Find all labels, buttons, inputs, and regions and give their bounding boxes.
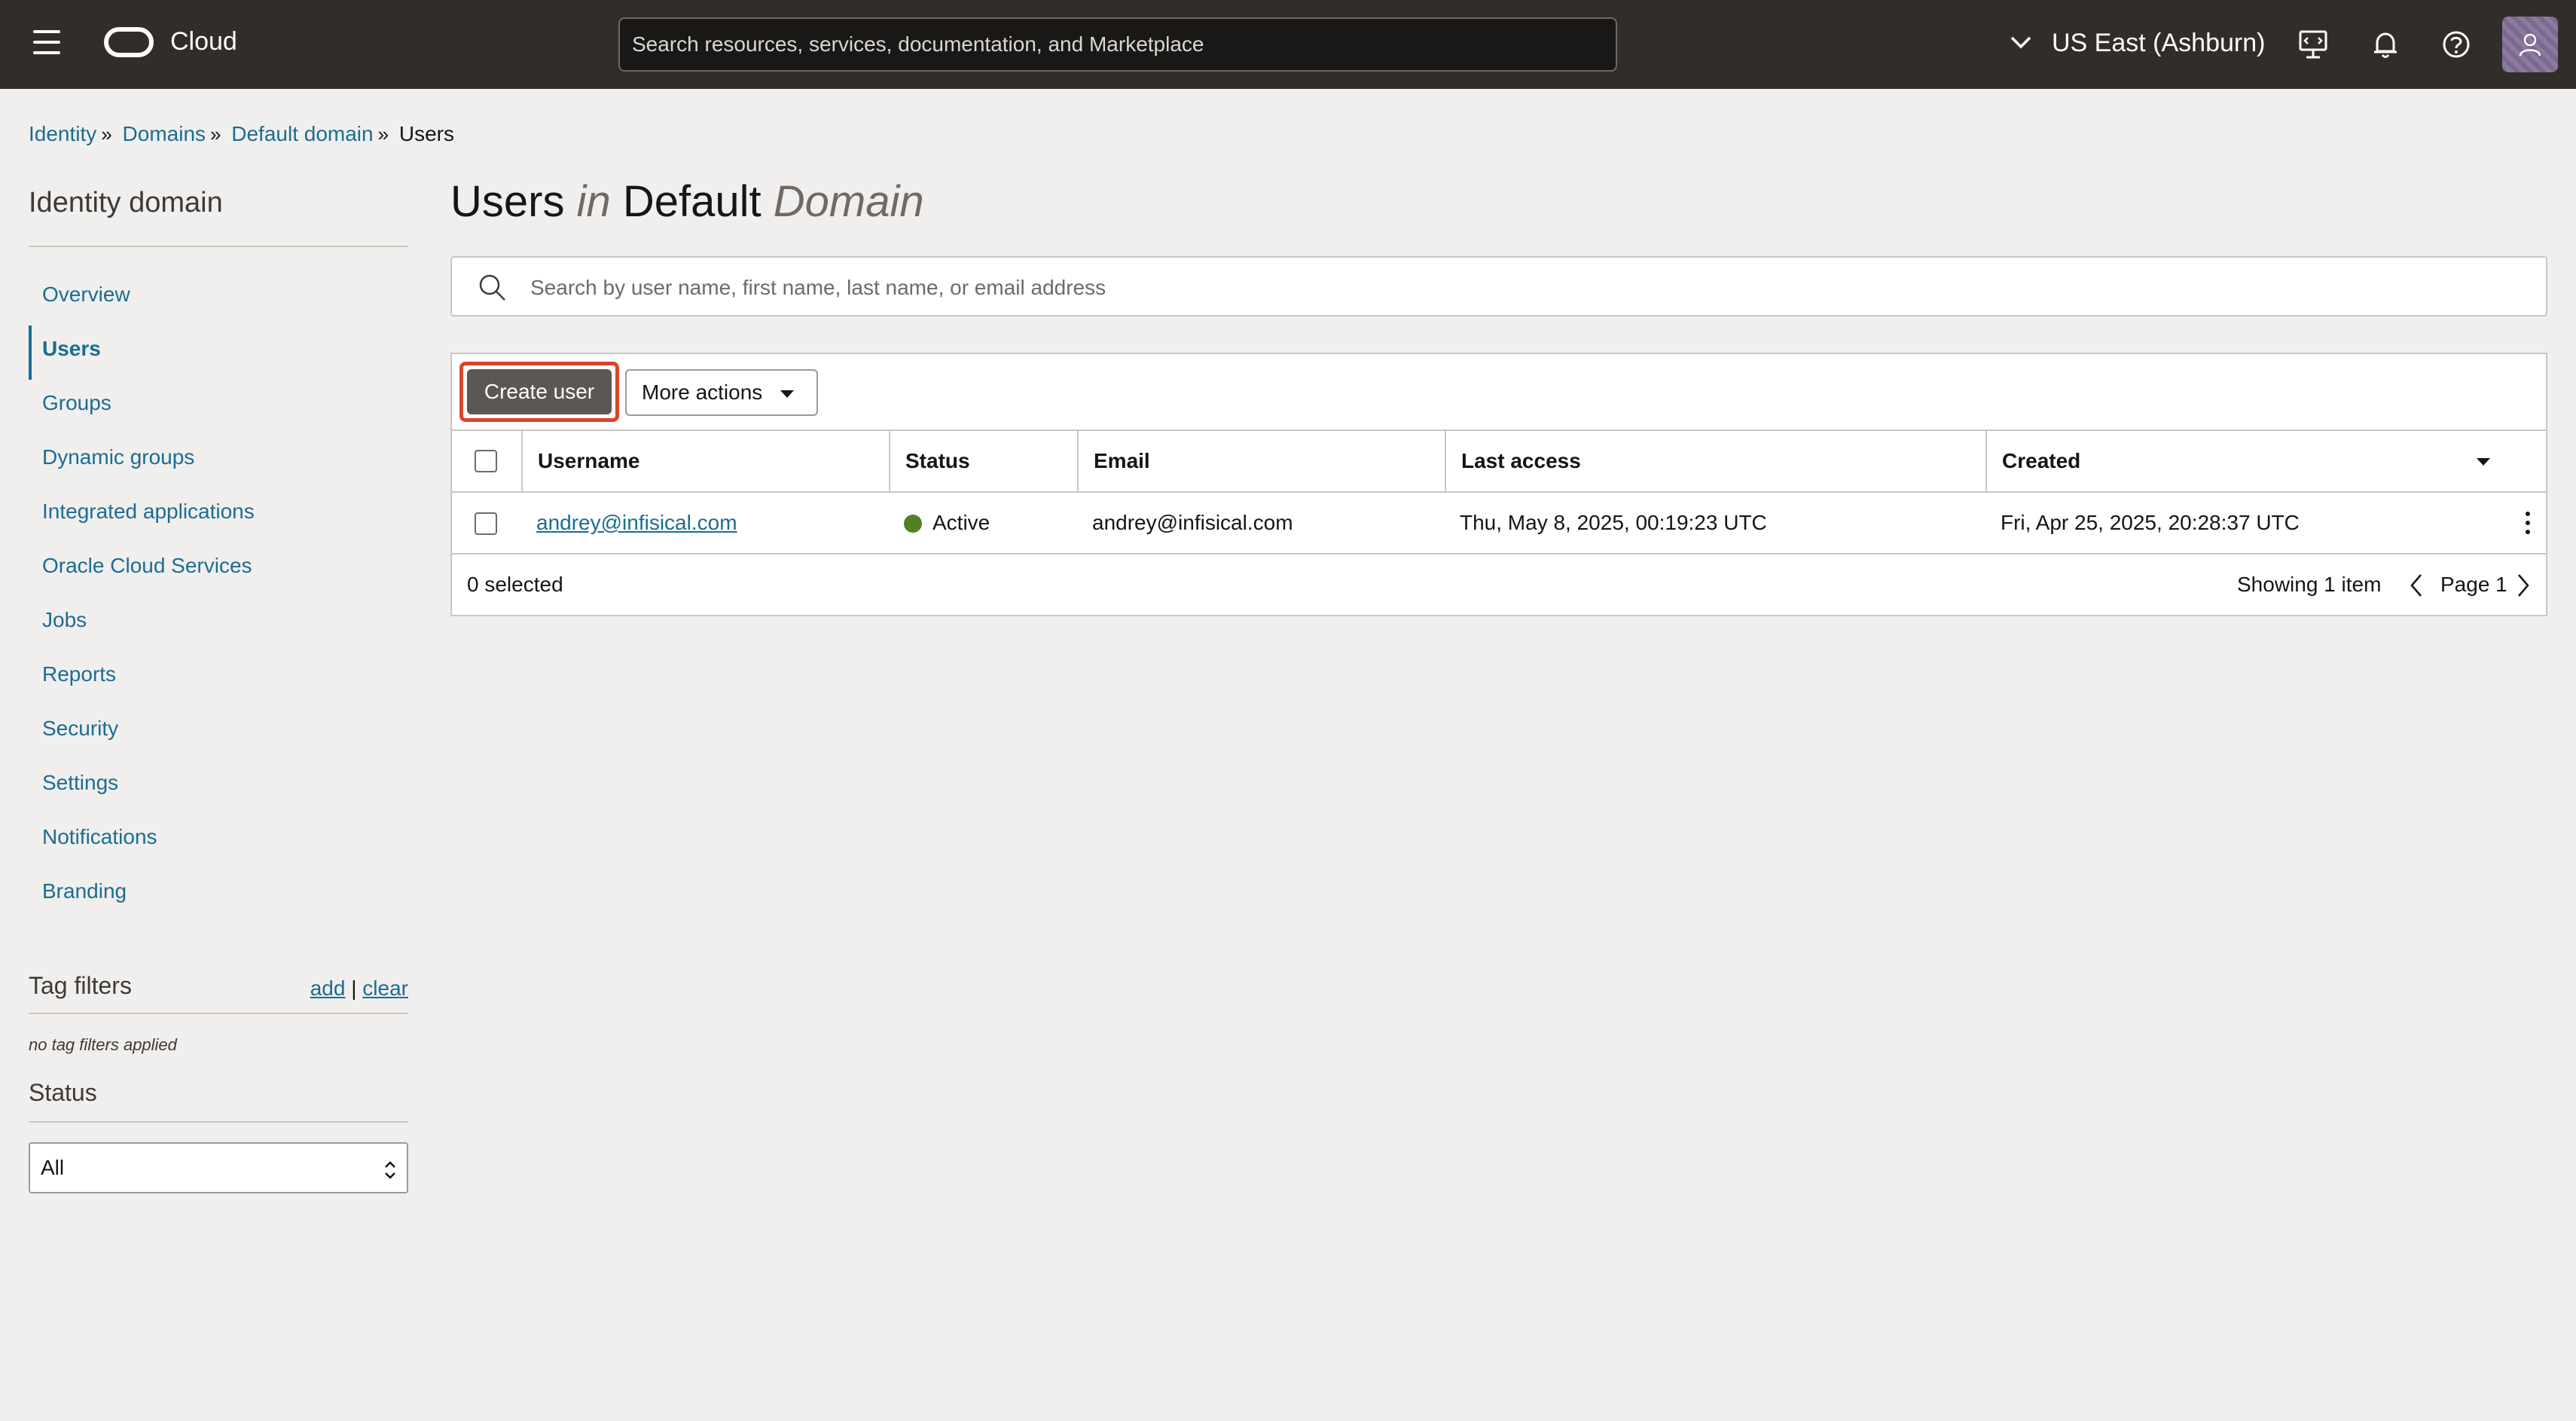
selected-count: 0 selected [467, 573, 563, 596]
showing-count: Showing 1 item [2237, 573, 2382, 596]
username-link[interactable]: andrey@infisical.com [536, 511, 737, 534]
user-search-placeholder: Search by user name, first name, last na… [530, 276, 1106, 299]
column-header-last-access[interactable]: Last access [1445, 431, 1985, 491]
sidebar-item-jobs[interactable]: Jobs [29, 597, 408, 651]
help-icon[interactable] [2440, 29, 2472, 60]
global-search-input[interactable]: Search resources, services, documentatio… [618, 17, 1617, 72]
sidebar-item-settings[interactable]: Settings [29, 759, 408, 814]
tag-filter-clear-link[interactable]: clear [362, 976, 408, 1000]
oracle-logo-icon[interactable] [104, 27, 154, 57]
sidebar-item-notifications[interactable]: Notifications [29, 814, 408, 868]
sidebar-item-groups[interactable]: Groups [29, 380, 408, 434]
sidebar-item-integrated-applications[interactable]: Integrated applications [29, 488, 408, 542]
page-title-part: in [576, 177, 611, 226]
page-title-part: Default [622, 177, 762, 226]
column-header-created-label: Created [2002, 449, 2081, 472]
breadcrumb-identity[interactable]: Identity [29, 122, 96, 145]
page-title-part: Users [450, 177, 565, 226]
select-all-cell [452, 431, 521, 491]
menu-icon[interactable] [33, 30, 63, 57]
table-footer: 0 selected Showing 1 item Page 1 [452, 555, 2546, 615]
status-cell: Active [889, 493, 1077, 553]
divider [29, 246, 408, 247]
breadcrumb-separator: » [377, 123, 389, 145]
notifications-bell-icon[interactable] [2370, 29, 2401, 60]
tag-filter-separator: | [351, 976, 357, 1000]
brand-label[interactable]: Cloud [170, 27, 237, 57]
users-table: Create user More actions Username Status… [450, 353, 2547, 616]
developer-tools-icon[interactable] [2297, 29, 2329, 60]
table-header: Username Status Email Last access Create… [452, 429, 2546, 493]
more-actions-label: More actions [642, 380, 763, 404]
more-actions-button[interactable]: More actions [625, 369, 818, 416]
breadcrumb-default-domain[interactable]: Default domain [231, 122, 373, 145]
status-filter-title: Status [29, 1079, 97, 1106]
create-user-button[interactable]: Create user [467, 369, 612, 414]
sidebar-item-oracle-cloud-services[interactable]: Oracle Cloud Services [29, 542, 408, 597]
status-active-dot-icon [904, 515, 922, 533]
tag-filter-add-link[interactable]: add [310, 976, 346, 1000]
breadcrumb-separator: » [210, 123, 221, 145]
region-selector[interactable]: US East (Ashburn) [2052, 29, 2265, 58]
last-access-cell: Thu, May 8, 2025, 00:19:23 UTC [1460, 511, 1767, 534]
tag-filters-title: Tag filters [29, 972, 132, 999]
caret-down-icon [780, 390, 794, 398]
column-header-created[interactable]: Created [1985, 431, 2546, 491]
sidebar-item-branding[interactable]: Branding [29, 868, 408, 922]
row-checkbox[interactable] [475, 512, 497, 535]
page-title-part: Domain [773, 177, 924, 226]
breadcrumb-current: Users [398, 122, 454, 145]
email-cell: andrey@infisical.com [1092, 511, 1293, 534]
column-header-status[interactable]: Status [889, 431, 1077, 491]
chevron-down-icon[interactable] [2010, 35, 2032, 50]
status-text: Active [932, 511, 990, 534]
created-cell: Fri, Apr 25, 2025, 20:28:37 UTC [2001, 511, 2300, 534]
status-filter-select[interactable]: All [29, 1142, 408, 1193]
row-actions-kebab-icon[interactable] [2520, 509, 2535, 536]
breadcrumb: Identity» Domains» Default domain» Users [29, 122, 454, 146]
divider [29, 1121, 408, 1123]
chevron-right-icon[interactable] [2516, 573, 2531, 598]
search-icon [479, 274, 505, 301]
sort-descending-icon[interactable] [2475, 457, 2492, 467]
user-icon [2519, 33, 2541, 57]
sidebar-item-security[interactable]: Security [29, 705, 408, 759]
sidebar-item-dynamic-groups[interactable]: Dynamic groups [29, 434, 408, 488]
sidebar-item-reports[interactable]: Reports [29, 651, 408, 705]
column-header-email[interactable]: Email [1077, 431, 1445, 491]
breadcrumb-separator: » [101, 123, 112, 145]
profile-avatar[interactable] [2502, 17, 2558, 72]
status-filter-value: All [41, 1156, 65, 1179]
sidebar-item-users[interactable]: Users [29, 325, 408, 380]
chevron-left-icon[interactable] [2409, 573, 2424, 598]
user-search-input[interactable]: Search by user name, first name, last na… [450, 256, 2547, 316]
divider [29, 1013, 408, 1014]
sidebar-title: Identity domain [29, 187, 223, 218]
username-cell: andrey@infisical.com [521, 493, 889, 553]
breadcrumb-domains[interactable]: Domains [123, 122, 206, 145]
select-all-checkbox[interactable] [475, 450, 497, 472]
page-title: Users in Default Domain [450, 176, 924, 227]
top-bar: Cloud Search resources, services, docume… [0, 0, 2576, 89]
table-row: andrey@infisical.com Active andrey@infis… [452, 493, 2546, 555]
sidebar-item-overview[interactable]: Overview [29, 271, 408, 325]
select-arrows-icon [385, 1161, 395, 1179]
sidebar-nav: Overview Users Groups Dynamic groups Int… [29, 271, 408, 922]
column-header-username[interactable]: Username [521, 431, 889, 491]
page-indicator: Page 1 [2440, 573, 2507, 596]
tag-filters-note: no tag filters applied [29, 1035, 177, 1054]
tag-filter-links: add | clear [310, 976, 408, 1001]
